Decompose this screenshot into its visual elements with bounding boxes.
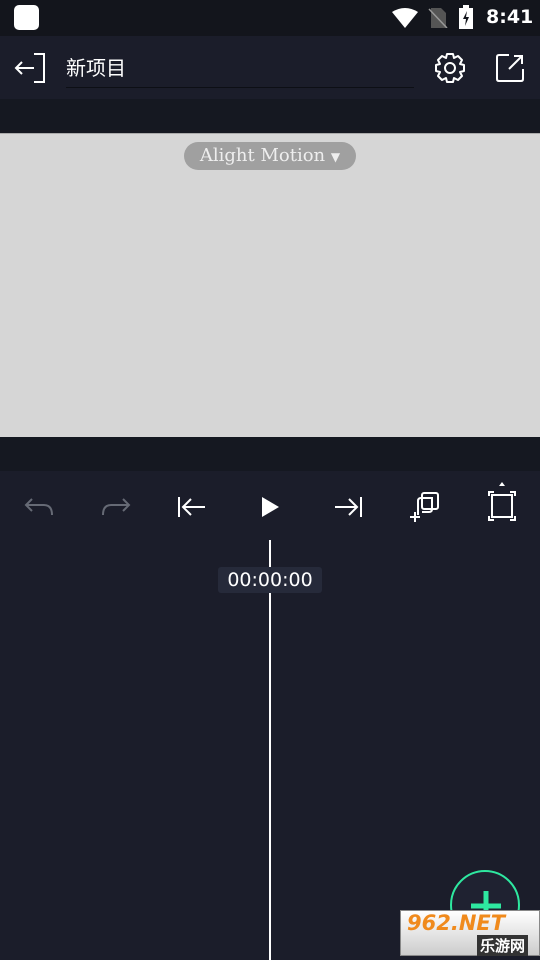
app-icon	[14, 5, 39, 30]
skip-to-end-button[interactable]	[330, 489, 366, 525]
exit-icon[interactable]	[14, 52, 48, 84]
undo-button[interactable]	[21, 489, 57, 525]
skip-to-start-button[interactable]	[174, 489, 210, 525]
undo-icon	[24, 498, 53, 516]
skip-to-start-icon	[178, 497, 205, 517]
skip-to-end-icon	[335, 497, 362, 517]
add-layer-button[interactable]	[406, 489, 442, 525]
add-layer-icon	[410, 492, 439, 522]
clock: 8:41	[486, 6, 534, 28]
no-sim-icon	[428, 8, 448, 28]
chevron-down-icon: ▼	[330, 150, 341, 164]
preview-top-margin	[0, 99, 540, 133]
canvas-preview[interactable]	[0, 133, 540, 437]
redo-button[interactable]	[98, 489, 134, 525]
wifi-icon	[392, 8, 418, 28]
preview-bottom-margin	[0, 437, 540, 471]
watermark-selector[interactable]: Alight Motion ▼	[184, 142, 356, 170]
timecode: 00:00:00	[218, 567, 322, 593]
settings-icon[interactable]	[434, 52, 466, 84]
status-bar: 8:41	[0, 0, 540, 36]
play-button[interactable]	[252, 489, 288, 525]
watermark-brand: 962.NET	[407, 911, 506, 935]
redo-icon	[102, 498, 131, 516]
site-watermark-logo: 962.NET 乐游网	[400, 910, 540, 956]
battery-charging-icon	[459, 5, 473, 29]
project-title-input[interactable]: 新项目	[66, 52, 414, 88]
playback-toolbar	[0, 471, 540, 541]
play-icon	[262, 497, 279, 517]
export-icon[interactable]	[495, 53, 525, 83]
watermark-label: Alight Motion	[199, 145, 326, 166]
playhead[interactable]	[269, 540, 271, 960]
fit-screen-icon	[488, 482, 516, 521]
fit-screen-button[interactable]	[484, 479, 520, 525]
watermark-sub: 乐游网	[477, 935, 529, 956]
